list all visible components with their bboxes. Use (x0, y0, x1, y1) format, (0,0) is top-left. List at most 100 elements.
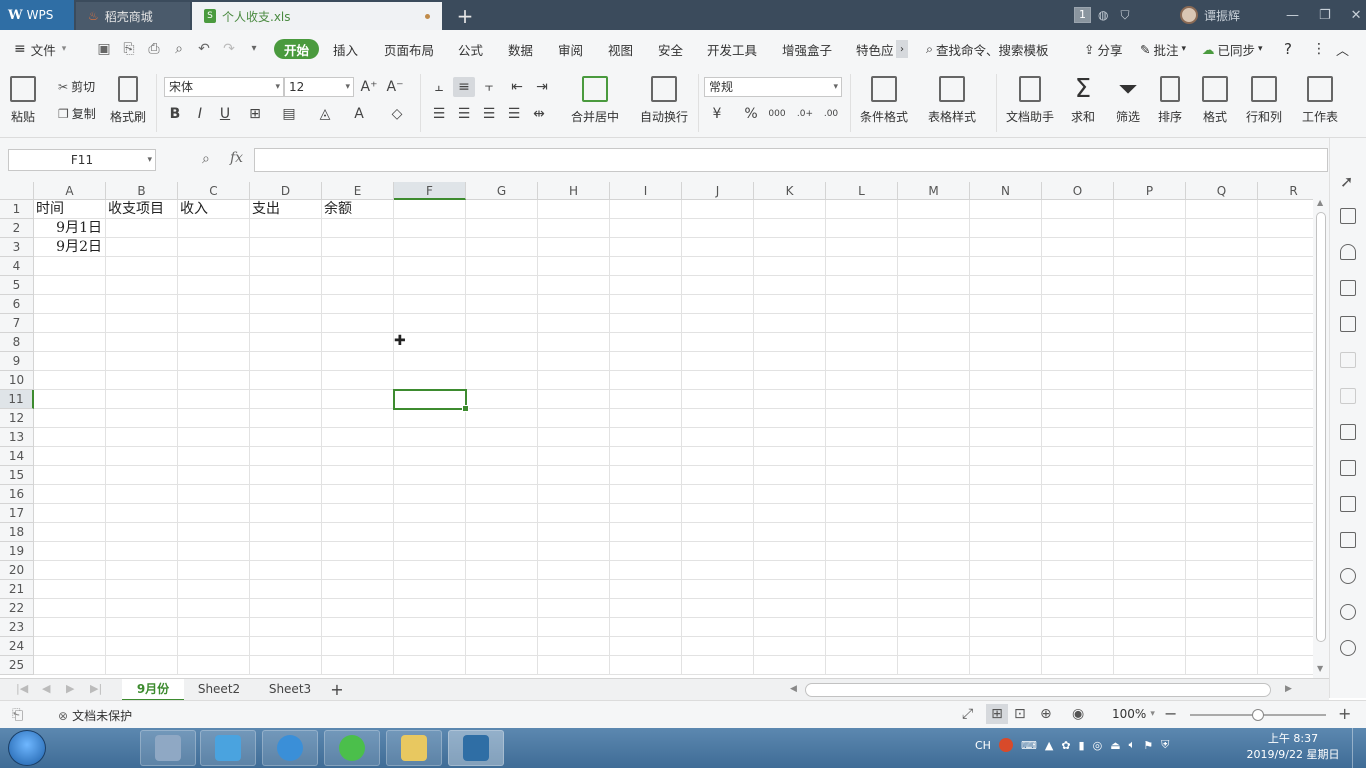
cell-c15[interactable] (178, 466, 250, 485)
cell-b3[interactable] (106, 238, 178, 257)
cell-f9[interactable] (394, 352, 466, 371)
cell-c12[interactable] (178, 409, 250, 428)
tab-data[interactable]: 数据 (508, 30, 533, 68)
underline-icon[interactable]: U (214, 104, 236, 124)
scroll-left-icon[interactable]: ◀ (790, 684, 797, 694)
cell-l24[interactable] (826, 637, 898, 656)
cell-e14[interactable] (322, 447, 394, 466)
cell-a3[interactable]: 9月2日 (34, 238, 106, 257)
cell-d13[interactable] (250, 428, 322, 447)
cell-k11[interactable] (754, 390, 826, 409)
cell-l12[interactable] (826, 409, 898, 428)
cell-p18[interactable] (1114, 523, 1186, 542)
cell-p15[interactable] (1114, 466, 1186, 485)
show-desktop-button[interactable] (1352, 728, 1366, 768)
cell-c7[interactable] (178, 314, 250, 333)
cell-p23[interactable] (1114, 618, 1186, 637)
cell-c21[interactable] (178, 580, 250, 599)
cell-a12[interactable] (34, 409, 106, 428)
sheet-tab-sheet2[interactable]: Sheet2 (186, 679, 252, 701)
cell-j18[interactable] (682, 523, 754, 542)
cell-f25[interactable] (394, 656, 466, 675)
cell-r17[interactable] (1258, 504, 1313, 523)
cell-r9[interactable] (1258, 352, 1313, 371)
row-header-8[interactable]: 8 (0, 333, 34, 352)
name-box[interactable]: F11 (8, 149, 156, 171)
cell-d11[interactable] (250, 390, 322, 409)
row-header-19[interactable]: 19 (0, 542, 34, 561)
user-account[interactable]: 谭振辉 (1180, 0, 1240, 30)
cell-r14[interactable] (1258, 447, 1313, 466)
cell-r1[interactable] (1258, 200, 1313, 219)
export-icon[interactable]: ⎘ (121, 41, 137, 57)
cell-p6[interactable] (1114, 295, 1186, 314)
flag-icon[interactable]: ⚑ (1143, 739, 1153, 752)
cell-e2[interactable] (322, 219, 394, 238)
cell-j3[interactable] (682, 238, 754, 257)
volume-icon[interactable]: 🔈︎ (1129, 738, 1136, 752)
usb-icon[interactable]: ⏏ (1110, 739, 1120, 752)
cell-n15[interactable] (970, 466, 1042, 485)
cell-b19[interactable] (106, 542, 178, 561)
cell-q20[interactable] (1186, 561, 1258, 580)
cell-o25[interactable] (1042, 656, 1114, 675)
cell-a9[interactable] (34, 352, 106, 371)
cell-b2[interactable] (106, 219, 178, 238)
cell-b24[interactable] (106, 637, 178, 656)
cell-o10[interactable] (1042, 371, 1114, 390)
decrease-decimal-icon[interactable]: .00 (820, 104, 842, 124)
cell-c16[interactable] (178, 485, 250, 504)
cell-r8[interactable] (1258, 333, 1313, 352)
cell-k16[interactable] (754, 485, 826, 504)
row-header-13[interactable]: 13 (0, 428, 34, 447)
merge-center-button[interactable]: 合并居中 (571, 76, 619, 125)
cell-i15[interactable] (610, 466, 682, 485)
cell-d21[interactable] (250, 580, 322, 599)
cell-b14[interactable] (106, 447, 178, 466)
cell-m13[interactable] (898, 428, 970, 447)
cell-h21[interactable] (538, 580, 610, 599)
cell-d5[interactable] (250, 276, 322, 295)
apps-grid-icon[interactable] (1340, 316, 1356, 332)
window-count-badge[interactable]: 1 (1074, 0, 1091, 30)
cell-r6[interactable] (1258, 295, 1313, 314)
help-circle-icon[interactable] (1340, 640, 1356, 656)
cell-g1[interactable] (466, 200, 538, 219)
sort-button[interactable]: 排序 (1158, 76, 1182, 125)
cell-j22[interactable] (682, 599, 754, 618)
cell-i3[interactable] (610, 238, 682, 257)
cell-h20[interactable] (538, 561, 610, 580)
cell-d10[interactable] (250, 371, 322, 390)
new-tab-button[interactable]: + (450, 2, 480, 30)
cell-a4[interactable] (34, 257, 106, 276)
column-header-r[interactable]: R (1258, 182, 1313, 200)
cell-o23[interactable] (1042, 618, 1114, 637)
cell-k23[interactable] (754, 618, 826, 637)
cell-m3[interactable] (898, 238, 970, 257)
cell-o24[interactable] (1042, 637, 1114, 656)
next-sheet-icon[interactable]: ▶ (66, 682, 74, 695)
increase-font-icon[interactable]: A⁺ (358, 77, 380, 97)
cell-f15[interactable] (394, 466, 466, 485)
cell-a6[interactable] (34, 295, 106, 314)
sync-tray-icon[interactable]: ◎ (1093, 739, 1103, 752)
cell-f22[interactable] (394, 599, 466, 618)
align-center-icon[interactable]: ☰ (453, 104, 475, 124)
cell-e5[interactable] (322, 276, 394, 295)
cell-k14[interactable] (754, 447, 826, 466)
cell-o12[interactable] (1042, 409, 1114, 428)
cell-c2[interactable] (178, 219, 250, 238)
scroll-up-icon[interactable]: ▲ (1317, 198, 1323, 207)
cell-e25[interactable] (322, 656, 394, 675)
cell-j10[interactable] (682, 371, 754, 390)
cell-d19[interactable] (250, 542, 322, 561)
cell-n21[interactable] (970, 580, 1042, 599)
cell-b7[interactable] (106, 314, 178, 333)
cell-r3[interactable] (1258, 238, 1313, 257)
cell-j14[interactable] (682, 447, 754, 466)
cell-i21[interactable] (610, 580, 682, 599)
row-header-10[interactable]: 10 (0, 371, 34, 390)
cell-b12[interactable] (106, 409, 178, 428)
input-language[interactable]: CH (975, 739, 991, 752)
cell-c17[interactable] (178, 504, 250, 523)
